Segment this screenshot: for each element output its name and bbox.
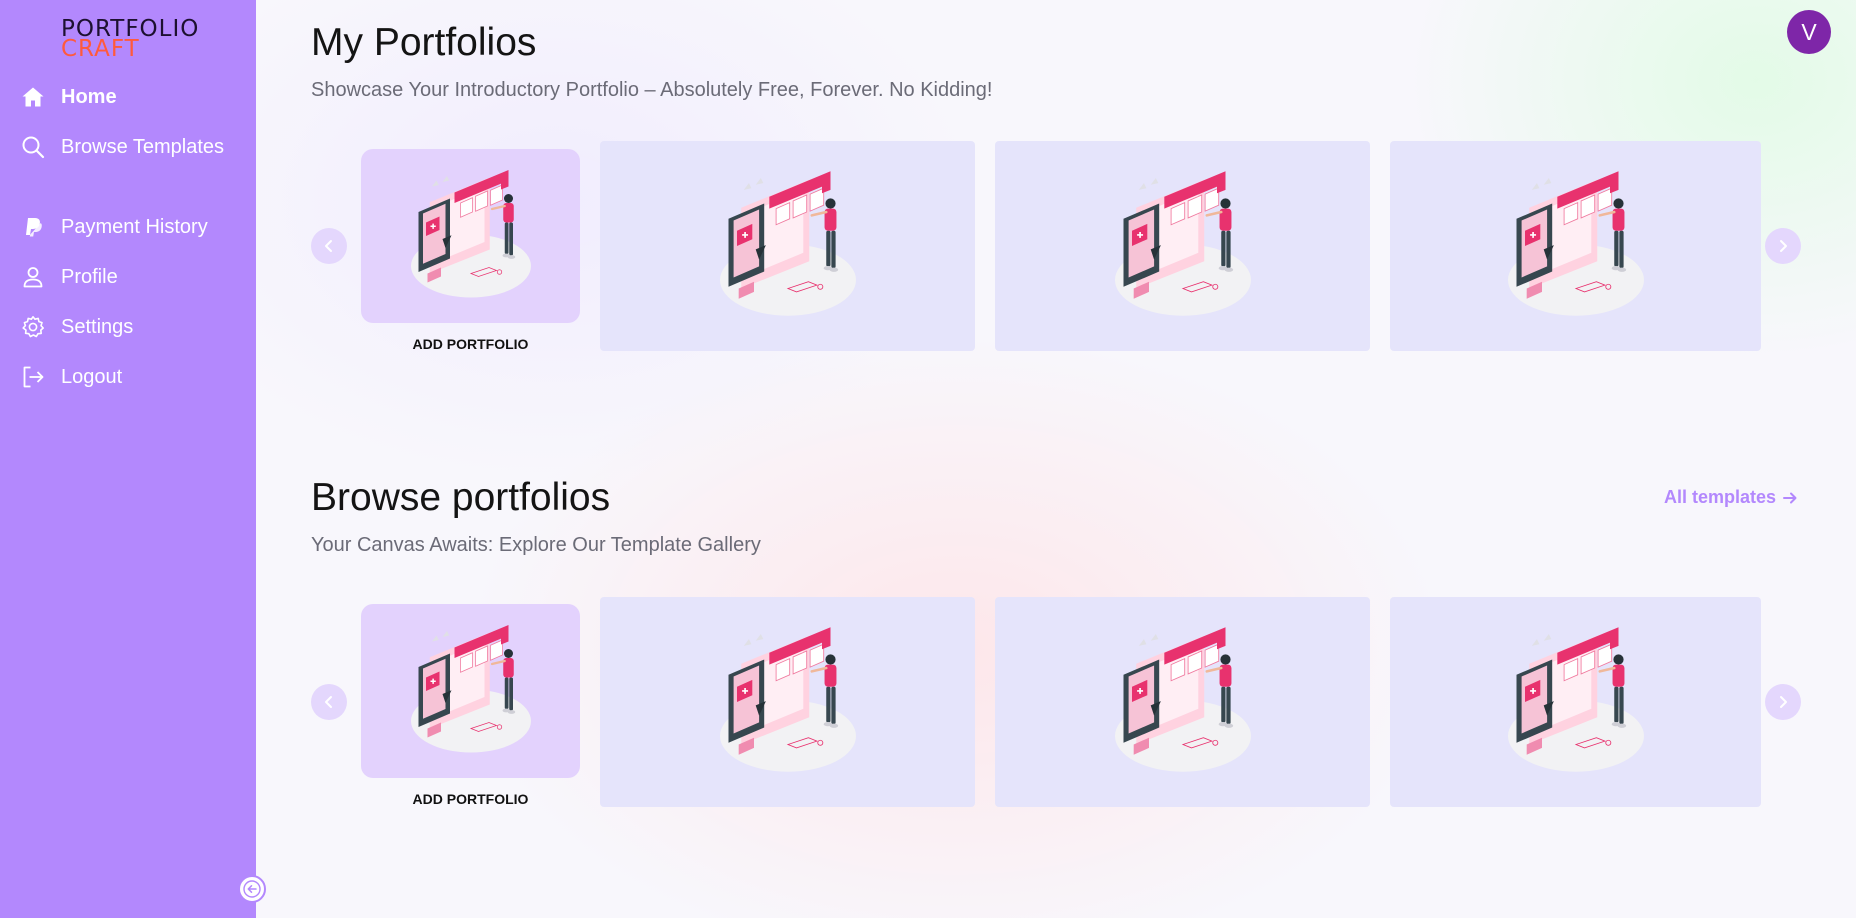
arrow-right-icon <box>1783 492 1797 503</box>
gear-icon <box>20 314 46 340</box>
sidebar-collapse-button[interactable] <box>238 875 266 903</box>
sidebar-item-label: Settings <box>61 315 134 338</box>
avatar[interactable]: V <box>1787 10 1831 54</box>
carousel-next-button[interactable] <box>1765 684 1801 720</box>
my-portfolios-carousel: ADD PORTFOLIO <box>311 140 1801 352</box>
sidebar-item-label: Home <box>61 85 117 108</box>
home-icon <box>20 84 46 110</box>
arrow-left-circle-icon <box>243 880 261 898</box>
paypal-icon <box>20 214 46 240</box>
all-templates-link[interactable]: All templates <box>1664 487 1798 508</box>
portfolio-card[interactable] <box>995 141 1370 351</box>
portfolio-illustration <box>1507 627 1644 772</box>
portfolio-illustration <box>1114 171 1251 316</box>
chevron-right-icon <box>1780 240 1787 252</box>
section-subtitle: Your Canvas Awaits: Explore Our Template… <box>311 534 761 556</box>
template-card[interactable] <box>1390 597 1761 807</box>
portfolio-card[interactable] <box>1390 141 1761 351</box>
sidebar-item-label: Payment History <box>61 215 208 238</box>
sidebar-item-profile[interactable]: Profile <box>20 259 118 295</box>
portfolio-card[interactable] <box>600 141 975 351</box>
portfolio-illustration <box>719 627 856 772</box>
sidebar-item-payment-history[interactable]: Payment History <box>20 209 208 245</box>
sidebar-item-browse-templates[interactable]: Browse Templates <box>20 129 224 165</box>
template-card[interactable] <box>600 597 975 807</box>
add-portfolio-card[interactable] <box>361 604 580 778</box>
chevron-left-icon <box>325 240 332 252</box>
all-templates-label: All templates <box>1664 487 1777 507</box>
sidebar-item-label: Browse Templates <box>61 135 225 158</box>
portfolio-illustration <box>1507 171 1644 316</box>
portfolio-illustration <box>410 170 531 298</box>
sidebar-item-settings[interactable]: Settings <box>20 309 133 345</box>
carousel-prev-button[interactable] <box>311 684 347 720</box>
brand-line-2: CRAFT <box>61 36 140 62</box>
page-title: My Portfolios <box>311 21 537 64</box>
add-portfolio-label: ADD PORTFOLIO <box>412 791 529 807</box>
search-icon <box>20 134 46 160</box>
carousel-next-button[interactable] <box>1765 228 1801 264</box>
sidebar-item-label: Logout <box>61 365 123 388</box>
carousel-prev-button[interactable] <box>311 228 347 264</box>
template-card[interactable] <box>995 597 1370 807</box>
user-icon <box>20 264 46 290</box>
portfolio-illustration <box>1114 627 1251 772</box>
brand-logo[interactable]: PORTFOLIO CRAFT <box>61 18 199 62</box>
portfolio-illustration <box>410 625 531 753</box>
sidebar-item-logout[interactable]: Logout <box>20 359 122 395</box>
chevron-left-icon <box>325 696 332 708</box>
avatar-initial: V <box>1801 18 1817 45</box>
add-portfolio-card[interactable] <box>361 149 580 323</box>
sidebar-item-home[interactable]: Home <box>20 79 117 115</box>
section-subtitle: Showcase Your Introductory Portfolio – A… <box>311 79 993 101</box>
sidebar-item-label: Profile <box>61 265 118 288</box>
sidebar: PORTFOLIO CRAFT Home Browse Templates Pa… <box>0 0 256 918</box>
chevron-right-icon <box>1780 696 1787 708</box>
logout-icon <box>20 364 46 390</box>
section-title: Browse portfolios <box>311 476 611 519</box>
add-portfolio-label: ADD PORTFOLIO <box>412 336 529 352</box>
portfolio-illustration <box>719 171 856 316</box>
browse-portfolios-carousel: ADD PORTFOLIO <box>311 595 1801 807</box>
